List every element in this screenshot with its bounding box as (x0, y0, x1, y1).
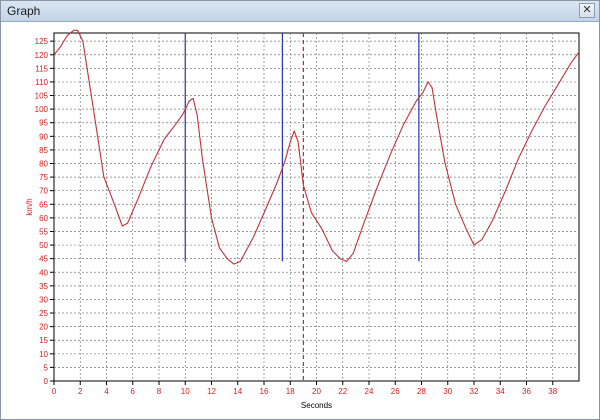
x-axis-label: Seconds (301, 401, 332, 410)
y-tick-label: 70 (39, 187, 48, 196)
y-tick-label: 110 (35, 78, 48, 87)
y-tick-label: 80 (39, 160, 48, 169)
graph-window: Graph ✕ 0 2 4 6 8 10 12 14 16 18 20 22 24 26 28 30 32 34 3… (0, 0, 600, 420)
x-tick-label: 16 (260, 387, 269, 396)
y-tick-label: 50 (39, 241, 48, 250)
title-bar[interactable]: Graph ✕ (1, 1, 599, 22)
x-tick-label: 12 (207, 387, 216, 396)
x-tick-label: 24 (365, 387, 374, 396)
x-tick-label: 10 (181, 387, 190, 396)
y-tick-label: 20 (39, 323, 48, 332)
y-tick-label: 85 (39, 146, 48, 155)
y-tick-label: 40 (39, 268, 48, 277)
y-tick-label: 15 (39, 336, 48, 345)
y-tick-label: 75 (39, 173, 48, 182)
x-tick-label: 0 (52, 387, 57, 396)
y-tick-label: 105 (35, 92, 49, 101)
y-tick-label: 30 (39, 295, 48, 304)
x-tick-label: 22 (338, 387, 347, 396)
y-tick-label: 0 (44, 377, 49, 386)
x-tick-label: 2 (78, 387, 83, 396)
x-tick-label: 20 (312, 387, 321, 396)
y-tick-label: 35 (39, 282, 48, 291)
y-tick-label: 90 (39, 132, 48, 141)
close-icon[interactable]: ✕ (580, 3, 594, 16)
y-tick-label: 115 (35, 64, 48, 73)
x-tick-label: 30 (443, 387, 452, 396)
y-tick-label: 25 (39, 309, 48, 318)
y-tick-label: 120 (35, 51, 49, 60)
x-tick-label: 18 (286, 387, 295, 396)
x-tick-label: 26 (391, 387, 400, 396)
x-tick-label: 4 (104, 387, 109, 396)
x-tick-label: 38 (548, 387, 557, 396)
y-axis-label: km/h (25, 198, 34, 215)
x-tick-label: 28 (417, 387, 426, 396)
y-tick-label: 55 (39, 227, 48, 236)
y-tick-label: 10 (39, 350, 48, 359)
y-tick-label: 60 (39, 214, 48, 223)
y-tick-label: 100 (35, 105, 49, 114)
x-tick-label: 14 (233, 387, 242, 396)
x-tick-label: 6 (131, 387, 136, 396)
y-tick-label: 45 (39, 255, 48, 264)
y-tick-label: 95 (39, 119, 48, 128)
graph-area: 0 2 4 6 8 10 12 14 16 18 20 22 24 26 28 30 32 34 36 38 0 5 10 1… (1, 22, 599, 419)
window-title: Graph (7, 4, 41, 18)
y-tick-label: 5 (44, 363, 49, 372)
close-button[interactable]: ✕ (579, 3, 595, 18)
x-tick-label: 8 (157, 387, 162, 396)
y-tick-label: 65 (39, 200, 48, 209)
x-tick-label: 36 (522, 387, 531, 396)
y-tick-label: 125 (35, 37, 49, 46)
speed-chart: 0 2 4 6 8 10 12 14 16 18 20 22 24 26 28 30 32 34 36 3805101… (25, 29, 580, 410)
x-tick-label: 34 (496, 387, 505, 396)
x-tick-label: 32 (470, 387, 479, 396)
